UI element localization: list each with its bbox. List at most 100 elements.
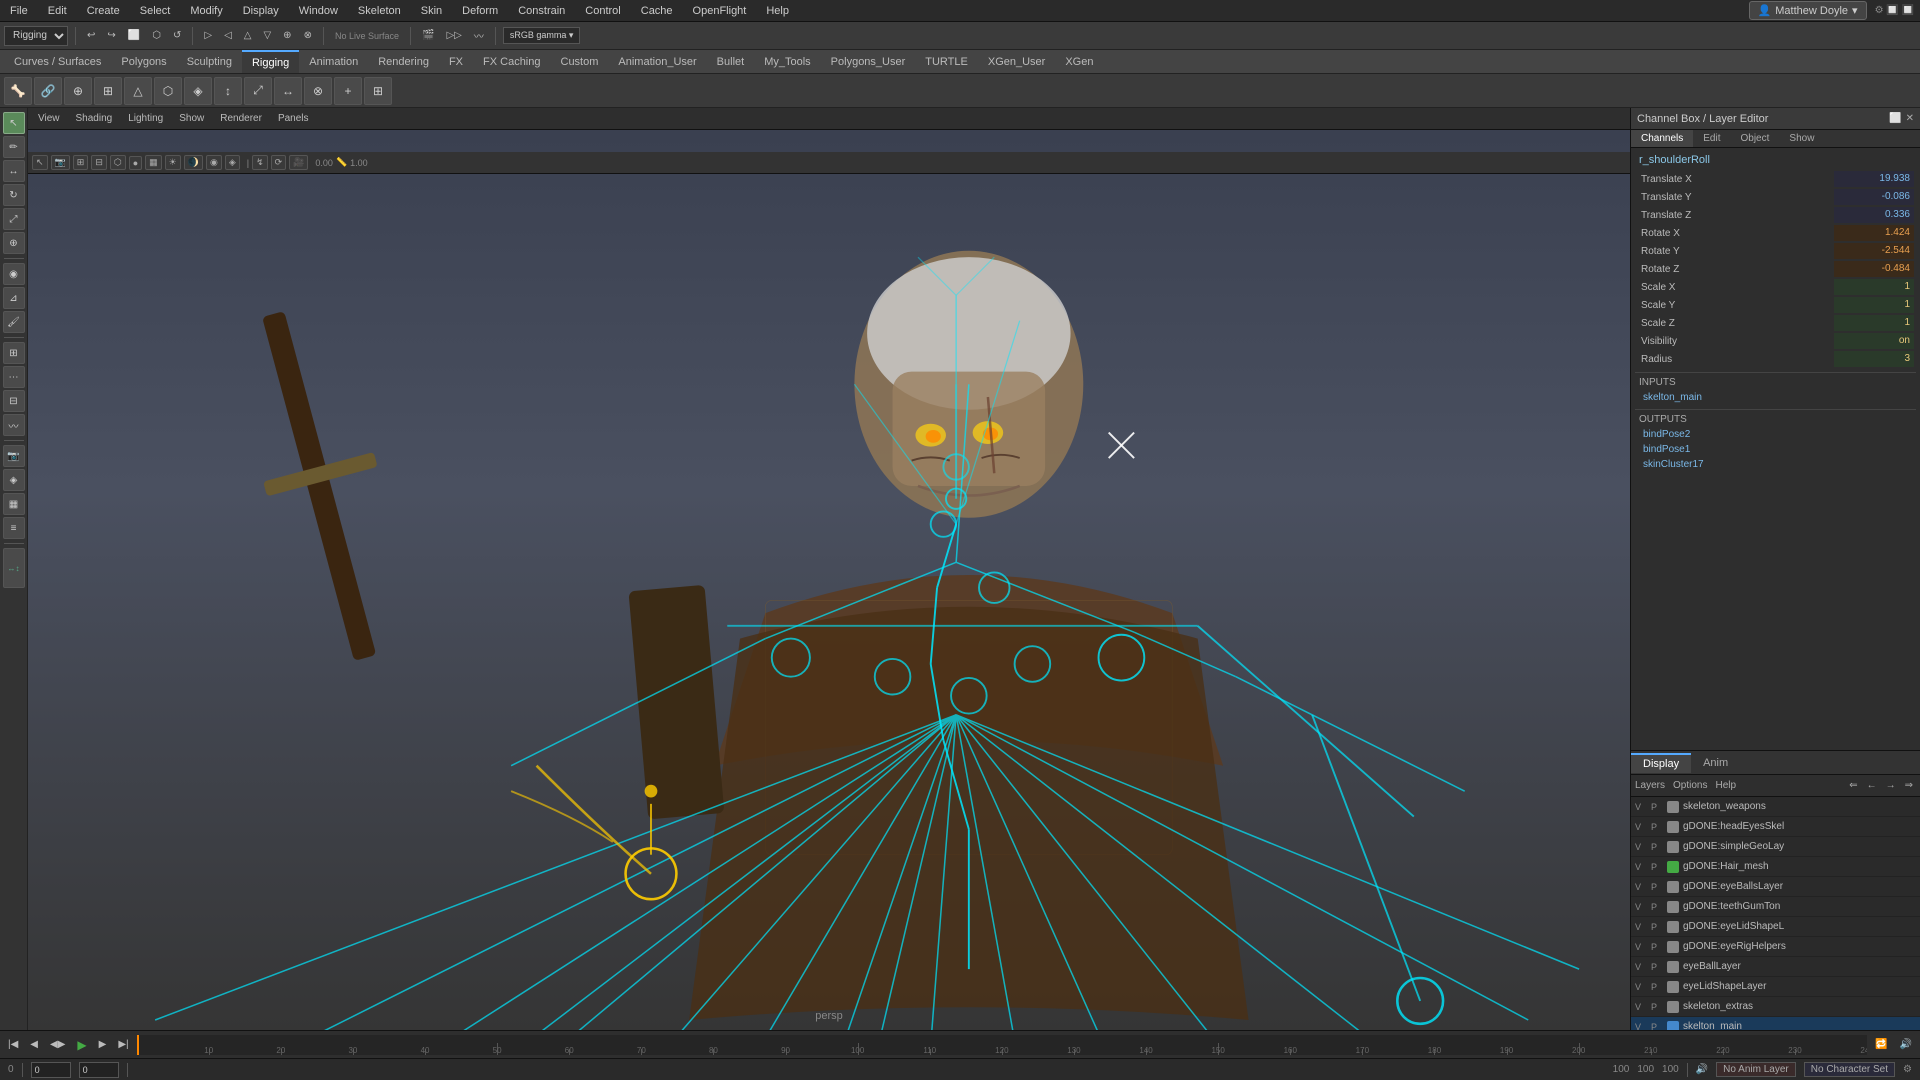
vp-ref-btn[interactable]: ↯ — [252, 155, 268, 170]
layer-sub-layers[interactable]: Layers — [1635, 780, 1665, 791]
mode-select[interactable]: Rigging — [4, 26, 68, 46]
shelf-tab-polygons[interactable]: Polygons — [111, 50, 176, 73]
menu-file[interactable]: File — [6, 3, 32, 19]
toolbar-icon-9[interactable]: ▽ — [259, 28, 275, 43]
layer-row[interactable]: V P skeleton_weapons — [1631, 797, 1920, 817]
cb-tab-show[interactable]: Show — [1779, 130, 1824, 147]
vp-menu-panels[interactable]: Panels — [274, 112, 313, 125]
vp-render-cam[interactable]: 🎥 — [289, 155, 308, 170]
cb-tab-object[interactable]: Object — [1731, 130, 1780, 147]
paint-select[interactable]: 🖌 — [3, 311, 25, 333]
attr-scale-x[interactable]: Scale X 1 — [1635, 278, 1916, 296]
layer-row[interactable]: V P gDONE:Hair_mesh — [1631, 857, 1920, 877]
layer-nav-prev[interactable]: ← — [1864, 779, 1880, 792]
playhead[interactable] — [137, 1035, 139, 1055]
shelf-tab-bullet[interactable]: Bullet — [707, 50, 755, 73]
playback-icons[interactable]: ▷▷ — [442, 28, 465, 43]
shelf-tab-animation[interactable]: Animation — [299, 50, 368, 73]
layer-v-toggle[interactable]: V — [1635, 822, 1647, 832]
layer-row[interactable]: V P skeleton_extras — [1631, 997, 1920, 1017]
menu-skin[interactable]: Skin — [417, 3, 446, 19]
layer-v-toggle[interactable]: V — [1635, 1022, 1647, 1031]
menu-cache[interactable]: Cache — [637, 3, 677, 19]
attr-translate-x[interactable]: Translate X 19.938 — [1635, 170, 1916, 188]
layer-p-toggle[interactable]: P — [1651, 802, 1663, 812]
vp-wire-btn[interactable]: ⬡ — [110, 155, 126, 170]
shelf-icon-10[interactable]: ↔ — [274, 77, 302, 105]
shelf-tab-fx[interactable]: FX — [439, 50, 473, 73]
rotate-tool-left[interactable]: ↻ — [3, 184, 25, 206]
vp-smooth-btn[interactable]: ● — [129, 156, 142, 170]
shelf-icon-13[interactable]: ⊞ — [364, 77, 392, 105]
universal-manip[interactable]: ⊕ — [3, 232, 25, 254]
shelf-tab-rigging[interactable]: Rigging — [242, 50, 299, 73]
cb-tab-edit[interactable]: Edit — [1693, 130, 1730, 147]
selected-node-name[interactable]: r_shoulderRoll — [1635, 152, 1916, 168]
tl-start-btn[interactable]: |◀ — [4, 1037, 22, 1052]
anim-curve-icons[interactable]: 〰 — [470, 26, 488, 45]
attr-rotate-x[interactable]: Rotate X 1.424 — [1635, 224, 1916, 242]
layer-v-toggle[interactable]: V — [1635, 962, 1647, 972]
shelf-icon-6[interactable]: ⬡ — [154, 77, 182, 105]
timeline-ruler[interactable]: 0102030405060708090100110120130140150160… — [137, 1035, 1867, 1055]
no-char-set[interactable]: No Character Set — [1804, 1062, 1895, 1077]
menu-create[interactable]: Create — [83, 3, 124, 19]
toolbar-icon-11[interactable]: ⊗ — [300, 28, 316, 43]
snap-points[interactable]: ⋯ — [3, 366, 25, 388]
toolbar-icon-5[interactable]: ↺ — [169, 28, 185, 43]
vp-texture-btn[interactable]: ▦ — [145, 155, 162, 170]
tl-play-btn[interactable]: ▶ — [73, 1036, 90, 1054]
menu-constrain[interactable]: Constrain — [514, 3, 569, 19]
layer-v-toggle[interactable]: V — [1635, 922, 1647, 932]
paint-tool[interactable]: ✏ — [3, 136, 25, 158]
layer-tool[interactable]: ▦ — [3, 493, 25, 515]
shelf-tab-polyuser[interactable]: Polygons_User — [821, 50, 916, 73]
shelf-icon-9[interactable]: ⤢ — [244, 77, 272, 105]
layer-row[interactable]: V P gDONE:eyeLidShapeL — [1631, 917, 1920, 937]
layer-p-toggle[interactable]: P — [1651, 862, 1663, 872]
layer-p-toggle[interactable]: P — [1651, 842, 1663, 852]
shelf-icon-11[interactable]: ⊗ — [304, 77, 332, 105]
layer-p-toggle[interactable]: P — [1651, 942, 1663, 952]
frame-input-b[interactable] — [79, 1062, 119, 1078]
shelf-tab-xgenuser[interactable]: XGen_User — [978, 50, 1055, 73]
layer-row[interactable]: V P eyeLidShapeLayer — [1631, 977, 1920, 997]
cb-tab-channels[interactable]: Channels — [1631, 130, 1693, 147]
vp-select-btn[interactable]: ↖ — [32, 155, 48, 170]
vp-loop-btn[interactable]: ⟳ — [271, 155, 287, 170]
vp-camera-btn[interactable]: 📷 — [51, 155, 70, 170]
vp-menu-show[interactable]: Show — [175, 112, 208, 125]
menu-modify[interactable]: Modify — [186, 3, 226, 19]
frame-input-a[interactable] — [31, 1062, 71, 1078]
layer-p-toggle[interactable]: P — [1651, 822, 1663, 832]
shelf-tab-curves[interactable]: Curves / Surfaces — [4, 50, 111, 73]
layer-v-toggle[interactable]: V — [1635, 942, 1647, 952]
attr-rotate-z[interactable]: Rotate Z -0.484 — [1635, 260, 1916, 278]
layer-row[interactable]: V P gDONE:teethGumTon — [1631, 897, 1920, 917]
layer-v-toggle[interactable]: V — [1635, 1002, 1647, 1012]
shelf-tab-xgen[interactable]: XGen — [1055, 50, 1103, 73]
vp-ao-btn[interactable]: ◉ — [206, 155, 222, 170]
tl-next-btn[interactable]: ▶ — [95, 1037, 111, 1052]
shelf-icon-2[interactable]: 🔗 — [34, 77, 62, 105]
lasso-select[interactable]: ⊿ — [3, 287, 25, 309]
menu-skeleton[interactable]: Skeleton — [354, 3, 405, 19]
vp-menu-view[interactable]: View — [34, 112, 64, 125]
layer-row[interactable]: V P eyeBallLayer — [1631, 957, 1920, 977]
user-badge[interactable]: 👤 Matthew Doyle ▾ — [1749, 1, 1867, 20]
layer-p-toggle[interactable]: P — [1651, 882, 1663, 892]
layer-row[interactable]: V P gDONE:eyeRigHelpers — [1631, 937, 1920, 957]
layer-v-toggle[interactable]: V — [1635, 862, 1647, 872]
vp-panel-btn[interactable]: ⊞ — [73, 155, 89, 170]
menu-display[interactable]: Display — [239, 3, 283, 19]
vp-iso-btn[interactable]: ◈ — [225, 155, 240, 170]
toolbar-icon-8[interactable]: △ — [240, 28, 256, 43]
shelf-icon-4[interactable]: ⊞ — [94, 77, 122, 105]
shelf-tab-animuser[interactable]: Animation_User — [608, 50, 706, 73]
menu-openflight[interactable]: OpenFlight — [689, 3, 751, 19]
render-icons[interactable]: 🎬 — [418, 28, 438, 43]
tl-audio-btn[interactable]: 🔊 — [1896, 1037, 1916, 1052]
shelf-tab-sculpting[interactable]: Sculpting — [177, 50, 242, 73]
layer-p-toggle[interactable]: P — [1651, 1002, 1663, 1012]
snap-grid[interactable]: ⊟ — [3, 390, 25, 412]
